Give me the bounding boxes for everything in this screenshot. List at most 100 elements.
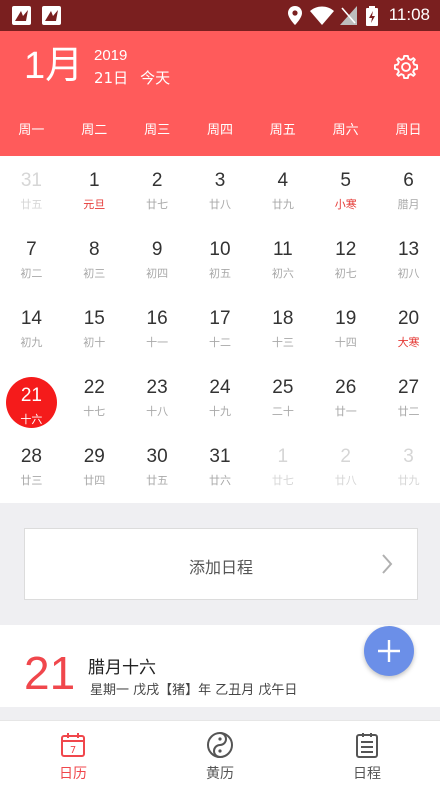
tab-label: 日程 — [353, 766, 381, 782]
day-number: 1 — [88, 170, 100, 191]
date-line: 21日 今天 — [94, 67, 170, 88]
weekday-label: 周四 — [206, 123, 233, 138]
weekday-label: 周五 — [269, 123, 296, 138]
lunar-label: 廿五 — [146, 474, 169, 487]
day-cell[interactable]: 26 廿一 — [314, 363, 377, 432]
status-bar: 11:08 — [0, 0, 440, 31]
today-button[interactable]: 今天 — [140, 69, 170, 87]
day-cell[interactable]: 8 初三 — [63, 225, 126, 294]
lunar-label: 大寒 — [397, 336, 420, 349]
day-number: 13 — [397, 239, 420, 260]
day-cell[interactable]: 4 廿九 — [251, 156, 314, 225]
day-cell-today[interactable]: 21 十六 — [0, 363, 63, 432]
lunar-label: 十一 — [146, 336, 169, 349]
weekday-label: 周三 — [144, 123, 171, 138]
day-cell[interactable]: 20 大寒 — [377, 294, 440, 363]
day-number: 10 — [209, 239, 231, 260]
settings-icon[interactable] — [392, 53, 420, 81]
day-cell[interactable]: 15 初十 — [63, 294, 126, 363]
lunar-label: 小寒 — [334, 198, 357, 211]
day-cell[interactable]: 7 初二 — [0, 225, 63, 294]
add-event-fab[interactable] — [364, 626, 414, 676]
selected-day-number: 21 — [24, 647, 76, 699]
tab-almanac[interactable]: 黄历 — [147, 721, 293, 787]
day-cell[interactable]: 11 初六 — [251, 225, 314, 294]
day-cell[interactable]: 25 二十 — [251, 363, 314, 432]
tab-calendar[interactable]: 7 日历 — [0, 721, 146, 787]
day-cell[interactable]: 22 十七 — [63, 363, 126, 432]
lunar-label: 十二 — [208, 336, 231, 349]
day-label: 21日 — [94, 69, 129, 87]
day-cell[interactable]: 23 十八 — [126, 363, 189, 432]
ganzhi-date: 星期一 戊戌【猪】年 乙丑月 戊午日 — [90, 683, 298, 698]
tab-label: 黄历 — [206, 766, 234, 782]
day-cell[interactable]: 24 十九 — [189, 363, 252, 432]
day-cell[interactable]: 2 廿八 — [314, 432, 377, 501]
day-cell[interactable]: 31 廿六 — [189, 432, 252, 501]
day-number: 23 — [146, 377, 168, 398]
day-number: 22 — [83, 377, 105, 398]
day-cell[interactable]: 19 十四 — [314, 294, 377, 363]
calendar-icon: 7 — [61, 733, 85, 757]
bottom-tab-bar: 7 日历 黄历 日程 — [0, 720, 440, 787]
day-cell[interactable]: 5 小寒 — [314, 156, 377, 225]
day-cell[interactable]: 3 廿八 — [189, 156, 252, 225]
day-cell[interactable]: 28 廿三 — [0, 432, 63, 501]
day-cell[interactable]: 1 元旦 — [63, 156, 126, 225]
day-cell[interactable]: 1 廿七 — [251, 432, 314, 501]
lunar-label: 十七 — [83, 405, 106, 418]
lunar-label: 初四 — [146, 267, 169, 280]
lunar-label: 廿九 — [271, 198, 294, 211]
lunar-label: 廿九 — [397, 474, 420, 487]
add-schedule-button[interactable]: 添加日程 — [24, 528, 418, 600]
day-cell[interactable]: 16 十一 — [126, 294, 189, 363]
day-cell[interactable]: 3 廿九 — [377, 432, 440, 501]
day-cell[interactable]: 17 十二 — [189, 294, 252, 363]
day-cell[interactable]: 6 腊月 — [377, 156, 440, 225]
day-number: 19 — [335, 308, 357, 329]
lunar-label: 初三 — [83, 267, 106, 280]
lunar-label: 初五 — [208, 267, 231, 280]
day-cell[interactable]: 31 廿五 — [0, 156, 63, 225]
month-grid: 31 廿五 1 元旦 2 廿七 3 廿八 4 廿九 5 小寒 6 腊月 7 初二 8 初三 9 初四 10 初五 11 初六 1… — [0, 156, 440, 503]
day-cell[interactable]: 14 初九 — [0, 294, 63, 363]
weekday-row: 周一 周二 周三 周四 周五 周六 周日 — [0, 119, 440, 141]
lunar-label: 初六 — [271, 267, 294, 280]
svg-text:7: 7 — [70, 745, 76, 756]
lunar-label: 元旦 — [83, 198, 106, 211]
day-cell[interactable]: 27 廿二 — [377, 363, 440, 432]
lunar-label: 廿三 — [20, 474, 43, 487]
lunar-label: 腊月 — [397, 198, 420, 211]
day-cell[interactable]: 29 廿四 — [63, 432, 126, 501]
day-number: 2 — [151, 170, 163, 191]
wifi-icon — [310, 6, 334, 25]
weekday-label: 周六 — [332, 123, 359, 138]
day-cell[interactable]: 2 廿七 — [126, 156, 189, 225]
day-cell[interactable]: 13 初八 — [377, 225, 440, 294]
lunar-label: 廿四 — [83, 474, 106, 487]
lunar-label: 初十 — [83, 336, 106, 349]
day-cell[interactable]: 10 初五 — [189, 225, 252, 294]
day-cell[interactable]: 18 十三 — [251, 294, 314, 363]
weekday-label: 周二 — [81, 123, 108, 138]
day-number: 28 — [20, 446, 42, 467]
day-cell[interactable]: 30 廿五 — [126, 432, 189, 501]
month-title[interactable]: 1月 — [24, 43, 83, 89]
day-number: 3 — [403, 446, 414, 467]
day-number: 26 — [335, 377, 357, 398]
battery-charging-icon — [366, 6, 378, 26]
lunar-label: 廿七 — [146, 198, 169, 211]
weekday-label: 周一 — [18, 123, 45, 138]
tab-schedule[interactable]: 日程 — [294, 721, 440, 787]
day-number: 17 — [209, 308, 231, 329]
no-signal-icon — [340, 6, 357, 25]
lunar-label: 十九 — [208, 405, 231, 418]
chevron-right-icon — [382, 554, 393, 574]
tab-label: 日历 — [59, 766, 87, 782]
day-number: 27 — [397, 377, 420, 398]
day-cell[interactable]: 9 初四 — [126, 225, 189, 294]
day-cell[interactable]: 12 初七 — [314, 225, 377, 294]
day-number: 1 — [277, 446, 289, 467]
notification-app-icon — [12, 6, 31, 25]
lunar-label: 廿二 — [397, 405, 420, 418]
